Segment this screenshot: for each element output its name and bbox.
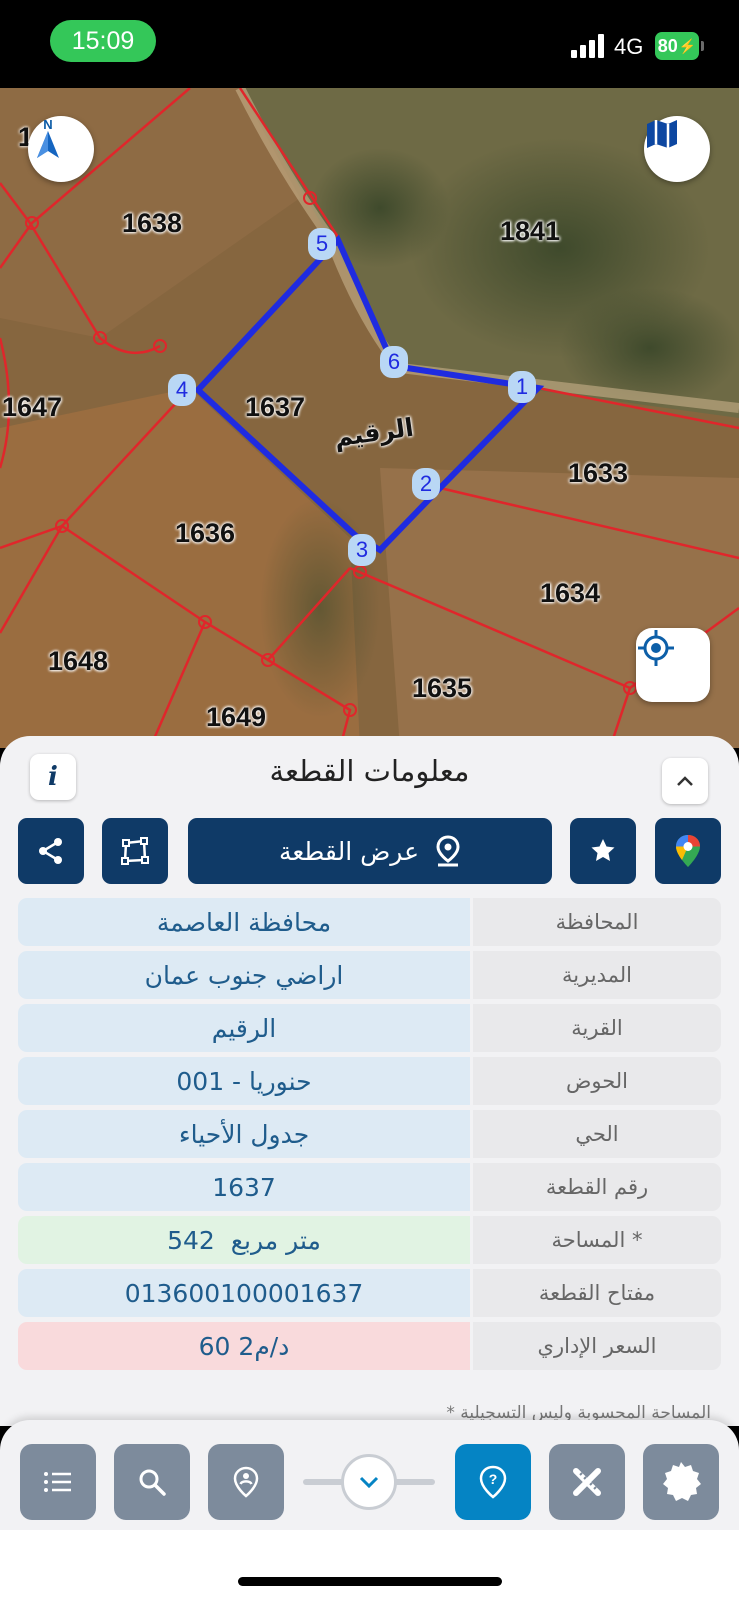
info-row: 542 متر مربع المساحة * — [18, 1216, 721, 1264]
collapse-sheet-button[interactable] — [662, 758, 708, 804]
north-compass-button[interactable]: N — [28, 116, 94, 182]
home-indicator-area — [0, 1530, 739, 1600]
satellite-map[interactable]: 1 1638 1841 1647 1637 الرقيم 1633 1636 1… — [0, 88, 739, 748]
favorite-button[interactable] — [570, 818, 636, 884]
parcel-info-table: محافظة العاصمة المحافظة اراضي جنوب عمان … — [18, 898, 721, 1375]
polygon-tool-button[interactable] — [102, 818, 168, 884]
parcel-label-1637: 1637 — [245, 392, 306, 422]
row-label: القرية — [473, 1004, 721, 1052]
help-location-button[interactable]: ? — [455, 1444, 531, 1520]
info-row: 013600100001637 مفتاح القطعة — [18, 1269, 721, 1317]
status-time: 15:09 — [50, 20, 156, 62]
google-maps-button[interactable] — [655, 818, 721, 884]
vertex-marker-3[interactable]: 3 — [348, 534, 376, 566]
row-value: الرقيم — [18, 1004, 470, 1052]
vertex-marker-2[interactable]: 2 — [412, 468, 440, 500]
parcel-label-1841: 1841 — [500, 216, 561, 246]
search-button[interactable] — [114, 1444, 190, 1520]
parcel-label-1648: 1648 — [48, 646, 109, 676]
info-row: اراضي جنوب عمان المديرية — [18, 951, 721, 999]
row-label: مفتاح القطعة — [473, 1269, 721, 1317]
polygon-icon — [121, 837, 149, 865]
svg-text:N: N — [43, 117, 52, 132]
row-label: المساحة * — [473, 1216, 721, 1264]
locate-me-button[interactable] — [636, 628, 710, 702]
app-screen: 15:09 4G 80 ⚡ 1 1638 1841 1647 1637 الرق… — [0, 0, 739, 1600]
info-row: 60 د/م2 السعر الإداري — [18, 1322, 721, 1370]
sheet-toggle-knob[interactable] — [341, 1454, 397, 1510]
parcel-label-1638: 1638 — [122, 208, 183, 238]
view-parcel-label: عرض القطعة — [278, 836, 420, 866]
parcel-label-1634: 1634 — [540, 578, 601, 608]
row-value: 1637 — [18, 1163, 470, 1211]
status-bar: 15:09 4G 80 ⚡ — [0, 0, 739, 88]
bottom-toolbar: ? — [0, 1420, 739, 1530]
row-label: المديرية — [473, 951, 721, 999]
vertex-marker-1[interactable]: 1 — [508, 371, 536, 403]
parcel-label-1635: 1635 — [412, 673, 473, 703]
map-layers-icon — [647, 120, 677, 148]
svg-text:?: ? — [489, 1471, 498, 1487]
chevron-down-icon — [359, 1476, 379, 1489]
measure-tools-button[interactable] — [549, 1444, 625, 1520]
row-value: حنوريا - 001 — [18, 1057, 470, 1105]
list-button[interactable] — [20, 1444, 96, 1520]
parcel-label-1633: 1633 — [568, 458, 629, 488]
parcel-label-1647: 1647 — [2, 392, 63, 422]
list-icon — [44, 1472, 71, 1492]
info-row: 1637 رقم القطعة — [18, 1163, 721, 1211]
info-row: حنوريا - 001 الحوض — [18, 1057, 721, 1105]
tools-icon — [573, 1468, 601, 1496]
row-value: 013600100001637 — [18, 1269, 470, 1317]
parcel-label-1649: 1649 — [206, 702, 267, 732]
search-icon — [139, 1469, 166, 1496]
signal-icon — [571, 34, 605, 58]
home-indicator[interactable] — [238, 1577, 502, 1586]
parcel-info-sheet: i معلومات القطعة عرض القطعة محافظة العاص… — [0, 736, 739, 1426]
question-pin-icon: ? — [479, 1465, 507, 1499]
chevron-up-icon — [677, 776, 693, 786]
person-pin-icon — [233, 1466, 259, 1498]
star-badge-icon — [663, 1462, 701, 1501]
vertex-marker-5[interactable]: 5 — [308, 228, 336, 260]
row-label: رقم القطعة — [473, 1163, 721, 1211]
locate-icon — [638, 630, 674, 666]
sheet-title: معلومات القطعة — [269, 754, 470, 788]
row-label: المحافظة — [473, 898, 721, 946]
info-row: محافظة العاصمة المحافظة — [18, 898, 721, 946]
google-maps-icon — [676, 835, 700, 867]
location-button[interactable] — [208, 1444, 284, 1520]
row-value: 60 د/م2 — [18, 1322, 470, 1370]
share-button[interactable] — [18, 818, 84, 884]
parcel-label-1636: 1636 — [175, 518, 236, 548]
star-badge-icon — [591, 839, 615, 861]
map-layers-button[interactable] — [644, 116, 710, 182]
share-icon — [39, 838, 62, 864]
row-label: الحوض — [473, 1057, 721, 1105]
info-row: الرقيم القرية — [18, 1004, 721, 1052]
location-pin-icon — [436, 835, 460, 867]
network-type: 4G — [614, 34, 644, 59]
battery-icon: 80 ⚡ — [655, 32, 704, 60]
row-value: اراضي جنوب عمان — [18, 951, 470, 999]
row-value: 542 متر مربع — [18, 1216, 470, 1264]
row-label: الحي — [473, 1110, 721, 1158]
row-value: محافظة العاصمة — [18, 898, 470, 946]
view-parcel-button[interactable]: عرض القطعة — [188, 818, 552, 884]
vertex-marker-4[interactable]: 4 — [168, 374, 196, 406]
vertex-marker-6[interactable]: 6 — [380, 346, 408, 378]
battery-level: 80 — [657, 35, 678, 56]
north-compass-icon: N — [37, 117, 59, 158]
row-label: السعر الإداري — [473, 1322, 721, 1370]
favorites-button[interactable] — [643, 1444, 719, 1520]
info-row: جدول الأحياء الحي — [18, 1110, 721, 1158]
row-value: جدول الأحياء — [18, 1110, 470, 1158]
